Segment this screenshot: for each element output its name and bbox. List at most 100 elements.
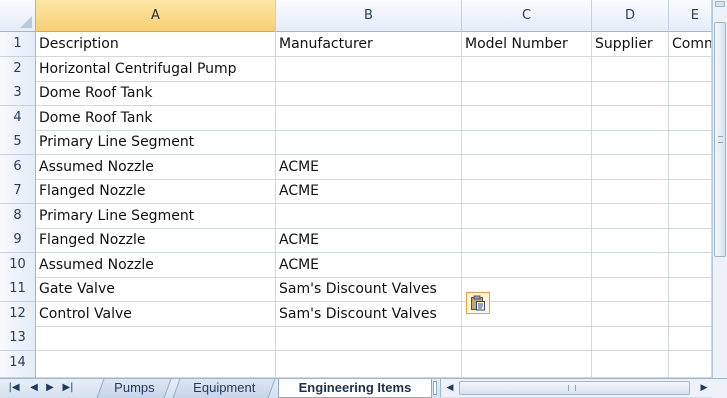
cell-e8[interactable] — [669, 204, 712, 229]
horizontal-scrollbar[interactable]: ◀ ▶ — [440, 379, 712, 397]
cell-d1[interactable]: Supplier — [592, 32, 669, 57]
vertical-scrollbar[interactable] — [712, 0, 727, 378]
row-header[interactable]: 14 — [0, 351, 36, 378]
row-header[interactable]: 6 — [0, 155, 36, 180]
cell-e10[interactable] — [669, 253, 712, 278]
cell-b12[interactable]: Sam's Discount Valves — [276, 302, 462, 327]
column-header-d[interactable]: D — [592, 0, 669, 32]
cell-c9[interactable] — [462, 228, 592, 253]
column-header-a[interactable]: A — [36, 0, 276, 32]
cell-a9[interactable]: Flanged Nozzle — [36, 228, 276, 253]
cell-c6[interactable] — [462, 155, 592, 180]
cell-b1[interactable]: Manufacturer — [276, 32, 462, 57]
cell-d9[interactable] — [592, 228, 669, 253]
cell-c10[interactable] — [462, 253, 592, 278]
cell-e5[interactable] — [669, 130, 712, 155]
cell-d11[interactable] — [592, 277, 669, 302]
cell-b4[interactable] — [276, 106, 462, 131]
next-sheet-icon[interactable]: ▶ — [42, 381, 58, 395]
prev-sheet-icon[interactable]: ◀ — [26, 381, 42, 395]
row-header[interactable]: 8 — [0, 204, 36, 229]
cell-d2[interactable] — [592, 57, 669, 82]
cell-a8[interactable]: Primary Line Segment — [36, 204, 276, 229]
horizontal-scroll-thumb[interactable] — [459, 381, 690, 395]
cell-b11[interactable]: Sam's Discount Valves — [276, 277, 462, 302]
cell-c7[interactable] — [462, 179, 592, 204]
scroll-left-icon[interactable]: ◀ — [443, 380, 457, 396]
cell-e6[interactable] — [669, 155, 712, 180]
cell-b6[interactable]: ACME — [276, 155, 462, 180]
sheet-tab-pumps[interactable]: Pumps — [96, 379, 172, 398]
cell-b3[interactable] — [276, 81, 462, 106]
cell-c3[interactable] — [462, 81, 592, 106]
cell-d3[interactable] — [592, 81, 669, 106]
cell-c8[interactable] — [462, 204, 592, 229]
select-all-corner[interactable] — [0, 0, 36, 32]
cell-e7[interactable] — [669, 179, 712, 204]
cell-a3[interactable]: Dome Roof Tank — [36, 81, 276, 106]
cell-a10[interactable]: Assumed Nozzle — [36, 253, 276, 278]
cell-d5[interactable] — [592, 130, 669, 155]
cell-e13[interactable] — [669, 326, 712, 351]
cell-a13[interactable] — [36, 326, 276, 351]
cell-a1[interactable]: Description — [36, 32, 276, 57]
cell-a14[interactable] — [36, 351, 276, 378]
cell-e14[interactable] — [669, 351, 712, 378]
cell-e1[interactable]: Comn — [669, 32, 712, 57]
vertical-scroll-thumb[interactable] — [714, 22, 726, 257]
cell-b7[interactable]: ACME — [276, 179, 462, 204]
row-header[interactable]: 12 — [0, 302, 36, 327]
row-header[interactable]: 11 — [0, 277, 36, 302]
cell-c4[interactable] — [462, 106, 592, 131]
cell-d10[interactable] — [592, 253, 669, 278]
row-header[interactable]: 9 — [0, 228, 36, 253]
paste-options-button[interactable] — [466, 292, 490, 314]
last-sheet-icon[interactable]: ▶| — [60, 381, 76, 395]
cell-d8[interactable] — [592, 204, 669, 229]
cell-b13[interactable] — [276, 326, 462, 351]
sheet-tab-equipment[interactable]: Equipment — [172, 379, 276, 398]
row-header[interactable]: 13 — [0, 326, 36, 351]
cell-d4[interactable] — [592, 106, 669, 131]
cell-a7[interactable]: Flanged Nozzle — [36, 179, 276, 204]
cell-b5[interactable] — [276, 130, 462, 155]
cell-b8[interactable] — [276, 204, 462, 229]
cell-d12[interactable] — [592, 302, 669, 327]
cell-a2[interactable]: Horizontal Centrifugal Pump — [36, 57, 276, 82]
cell-c14[interactable] — [462, 351, 592, 378]
sheet-tab-engineering-items[interactable]: Engineering Items — [278, 379, 432, 398]
column-header-e[interactable]: E — [669, 0, 712, 32]
cell-d6[interactable] — [592, 155, 669, 180]
row-header[interactable]: 1 — [0, 32, 36, 57]
cell-c2[interactable] — [462, 57, 592, 82]
cell-a6[interactable]: Assumed Nozzle — [36, 155, 276, 180]
cell-e4[interactable] — [669, 106, 712, 131]
scroll-right-icon[interactable]: ▶ — [697, 380, 711, 396]
cell-d13[interactable] — [592, 326, 669, 351]
cell-b2[interactable] — [276, 57, 462, 82]
cell-e12[interactable] — [669, 302, 712, 327]
cell-c5[interactable] — [462, 130, 592, 155]
cell-a12[interactable]: Control Valve — [36, 302, 276, 327]
row-header[interactable]: 2 — [0, 57, 36, 82]
cell-e3[interactable] — [669, 81, 712, 106]
column-header-b[interactable]: B — [276, 0, 462, 32]
column-header-c[interactable]: C — [462, 0, 592, 32]
cell-e9[interactable] — [669, 228, 712, 253]
cell-c13[interactable] — [462, 326, 592, 351]
row-header[interactable]: 3 — [0, 81, 36, 106]
cell-d7[interactable] — [592, 179, 669, 204]
cell-a11[interactable]: Gate Valve — [36, 277, 276, 302]
row-header[interactable]: 10 — [0, 253, 36, 278]
cell-b9[interactable]: ACME — [276, 228, 462, 253]
cell-d14[interactable] — [592, 351, 669, 378]
first-sheet-icon[interactable]: |◀ — [6, 381, 22, 395]
row-header[interactable]: 7 — [0, 179, 36, 204]
cell-a4[interactable]: Dome Roof Tank — [36, 106, 276, 131]
cell-e11[interactable] — [669, 277, 712, 302]
row-header[interactable]: 5 — [0, 130, 36, 155]
row-header[interactable]: 4 — [0, 106, 36, 131]
tab-split-handle[interactable] — [433, 381, 437, 395]
split-box[interactable] — [715, 1, 725, 7]
cell-c1[interactable]: Model Number — [462, 32, 592, 57]
